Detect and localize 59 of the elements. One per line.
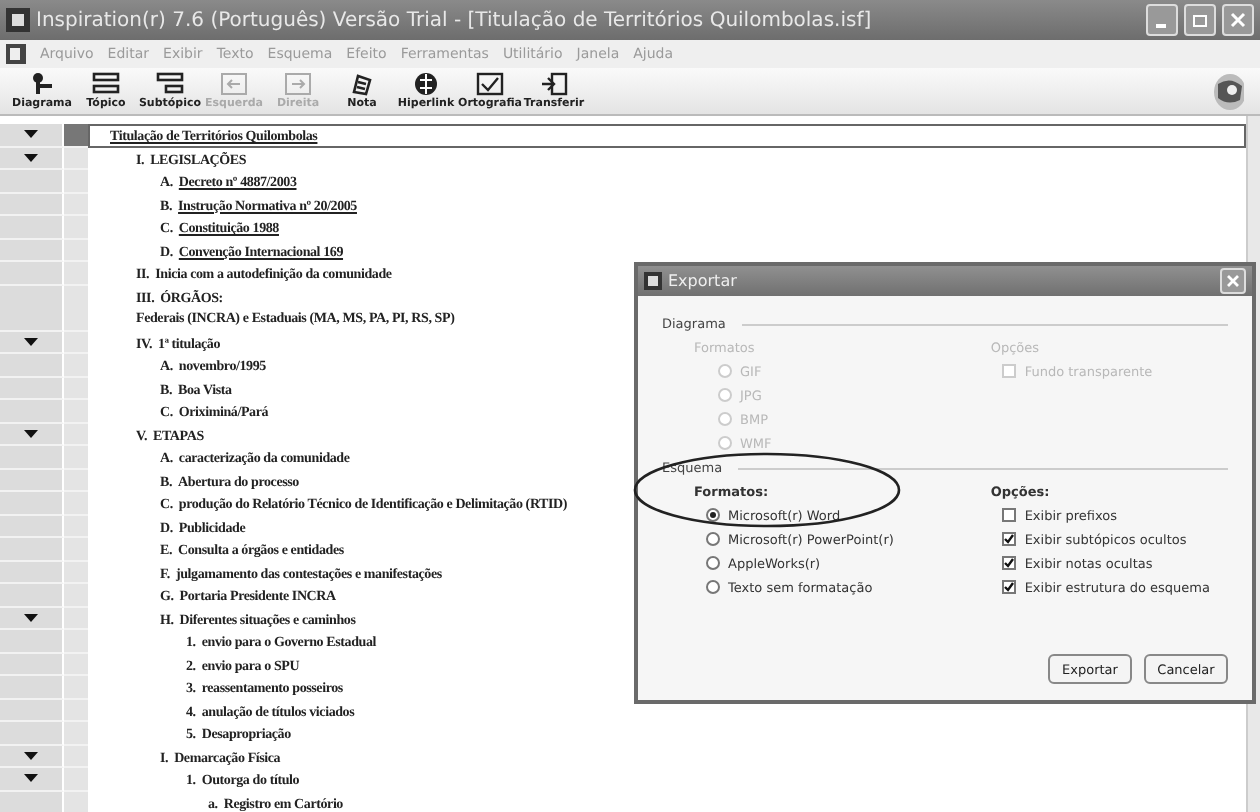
row-handle[interactable]	[64, 492, 88, 515]
row-handle[interactable]	[64, 446, 88, 469]
close-icon	[1226, 274, 1240, 288]
row-handle[interactable]	[64, 768, 88, 791]
checkmark-icon	[1004, 558, 1015, 568]
row-handle[interactable]	[64, 285, 88, 331]
row-handle[interactable]	[64, 515, 88, 538]
checkmark-icon	[476, 72, 504, 96]
dialog-title: Exportar	[668, 272, 739, 290]
minimize-button[interactable]	[1146, 4, 1178, 36]
row-handle[interactable]	[64, 170, 88, 193]
collapse-arrow-icon[interactable]	[24, 613, 38, 621]
row-handle[interactable]	[64, 216, 88, 239]
collapse-arrow-icon[interactable]	[24, 751, 38, 759]
row-handle[interactable]	[64, 607, 88, 630]
row-handle[interactable]	[64, 239, 88, 262]
row-handle[interactable]	[64, 147, 88, 170]
row-handle[interactable]	[64, 354, 88, 377]
export-icon	[540, 72, 568, 96]
row-handle[interactable]	[64, 193, 88, 216]
collapse-arrow-icon[interactable]	[24, 774, 38, 782]
collapse-arrow-icon[interactable]	[24, 337, 38, 345]
mascot-logo-icon[interactable]	[1208, 71, 1244, 111]
subtopic-icon	[156, 72, 184, 96]
row-handle[interactable]	[64, 124, 88, 147]
pencil-icon	[348, 72, 376, 96]
globe-icon	[412, 72, 440, 96]
row-handle[interactable]	[64, 331, 88, 354]
figure-icon	[28, 72, 56, 96]
close-icon	[1230, 12, 1246, 28]
row-handle[interactable]	[64, 653, 88, 676]
row-handle[interactable]	[64, 262, 88, 285]
app-icon	[644, 272, 662, 290]
row-handle[interactable]	[64, 377, 88, 400]
row-handle[interactable]	[64, 745, 88, 768]
row-handle[interactable]	[64, 722, 88, 745]
restore-button[interactable]	[1184, 4, 1216, 36]
row-handle[interactable]	[64, 676, 88, 699]
row-handle[interactable]	[64, 469, 88, 492]
maximize-icon	[1192, 12, 1208, 28]
row-handle[interactable]	[64, 699, 88, 722]
collapse-arrow-icon[interactable]	[24, 153, 38, 161]
close-button[interactable]	[1220, 268, 1246, 294]
checkmark-icon	[1004, 582, 1015, 592]
app-icon	[6, 8, 30, 32]
close-button[interactable]	[1222, 4, 1254, 36]
collapse-arrow-icon[interactable]	[24, 130, 38, 138]
row-handle[interactable]	[64, 561, 88, 584]
checkmark-icon	[1004, 534, 1015, 544]
row-handle[interactable]	[64, 538, 88, 561]
row-handle[interactable]	[64, 423, 88, 446]
topic-icon	[92, 72, 120, 96]
window-title: Inspiration(r) 7.6 (Português) Versão Trial - [Titulação de Territórios Quilombolas.isf]	[36, 9, 874, 31]
row-handle[interactable]	[64, 584, 88, 607]
row-handle[interactable]	[64, 791, 88, 812]
collapse-arrow-icon[interactable]	[24, 429, 38, 437]
document-icon[interactable]	[6, 44, 26, 64]
row-handle[interactable]	[64, 630, 88, 653]
row-handle[interactable]	[64, 400, 88, 423]
